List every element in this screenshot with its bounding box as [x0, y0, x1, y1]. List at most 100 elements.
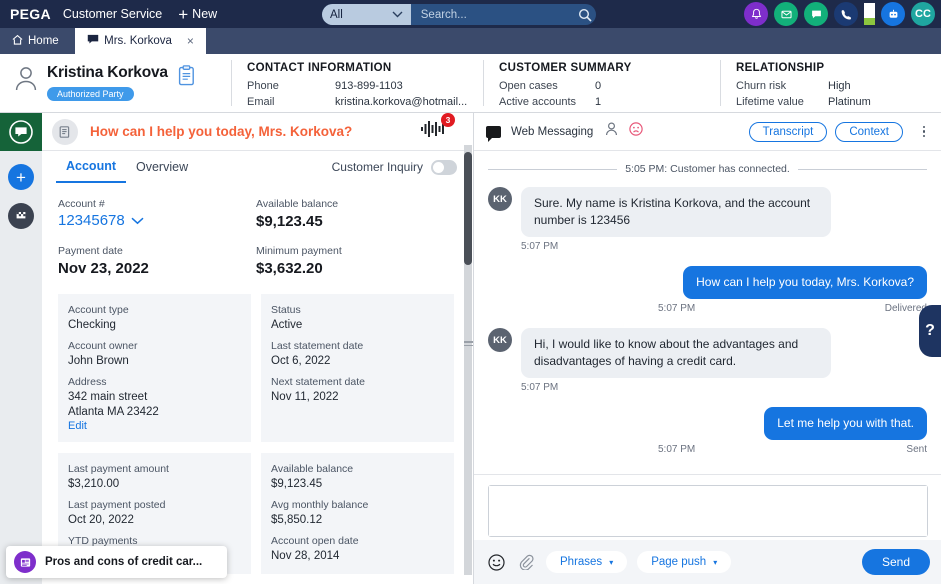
notifications-icon[interactable] [744, 2, 768, 26]
search-scope-select[interactable]: All [322, 4, 411, 25]
customer-summary-title: CUSTOMER SUMMARY [499, 62, 632, 74]
available-balance-value: $9,123.45 [256, 213, 323, 230]
composer-toolbar: Phrases ▾ Page push ▾ Send [474, 540, 941, 584]
minimum-payment-value: $3,632.20 [256, 260, 323, 277]
message-timestamp: 5:07 PM [521, 382, 559, 393]
sentiment-negative-icon [629, 122, 643, 141]
panel-splitter-handle[interactable] [464, 341, 473, 349]
next-statement-date-value: Nov 11, 2022 [271, 391, 339, 403]
active-accounts-label: Active accounts [499, 96, 577, 108]
account-panel: How can I help you today, Mrs. Korkova? … [42, 113, 471, 584]
bot-icon[interactable] [881, 2, 905, 26]
page-push-label: Page push [651, 556, 707, 568]
avatar[interactable]: CC [911, 2, 935, 26]
interaction-title: How can I help you today, Mrs. Korkova? [90, 124, 353, 139]
tab-overview[interactable]: Overview [126, 152, 198, 182]
send-button[interactable]: Send [861, 549, 930, 575]
context-button[interactable]: Context [835, 121, 903, 142]
contact-phone-value: 913-899-1103 [335, 80, 403, 92]
avg-monthly-balance-label: Avg monthly balance [271, 499, 369, 511]
person-icon [14, 66, 38, 97]
transcript-button[interactable]: Transcript [748, 121, 828, 142]
customer-summary-section: CUSTOMER SUMMARY Open cases 0 Active acc… [483, 54, 720, 112]
help-tab[interactable]: ? [919, 305, 941, 357]
avatar: KK [488, 328, 512, 352]
message-input[interactable] [489, 486, 927, 536]
minimum-payment-label: Minimum payment [256, 245, 342, 257]
contact-information-title: CONTACT INFORMATION [247, 62, 392, 74]
open-cases-label: Open cases [499, 80, 558, 92]
last-payment-amount-value: $3,210.00 [68, 478, 120, 490]
rail-add-button[interactable]: + [8, 164, 34, 190]
rail-flag-icon[interactable] [8, 203, 34, 229]
knowledge-suggestion-toast[interactable]: Pros and cons of credit car... [6, 546, 227, 578]
phone-icon[interactable] [834, 2, 858, 26]
contact-phone-label: Phone [247, 80, 279, 92]
active-accounts-value: 1 [595, 96, 602, 108]
voice-waveform-icon[interactable]: 3 [421, 113, 455, 143]
account-owner-label: Account owner [68, 340, 138, 352]
next-statement-date-label: Next statement date [271, 376, 365, 388]
message-status: Sent [906, 444, 927, 455]
address-label: Address [68, 376, 107, 388]
account-details-body: Account # 12345678 Available balance $9,… [58, 197, 454, 584]
account-panel-scrollbar-thumb[interactable] [464, 152, 472, 265]
account-number-link[interactable]: 12345678 [58, 212, 256, 229]
chevron-down-icon: ▾ [609, 557, 614, 567]
document-icon [52, 118, 78, 145]
pega-logo: PEGA [10, 6, 51, 22]
address-line-1: 342 main street [68, 391, 148, 403]
field-account-number: Account # 12345678 [58, 197, 256, 232]
search-icon[interactable] [575, 8, 596, 22]
interaction-header: How can I help you today, Mrs. Korkova? … [42, 113, 471, 151]
contact-row-phone: Phone 913-899-1103 [247, 78, 483, 94]
clipboard-icon[interactable] [178, 65, 195, 91]
chat-message-outgoing: Let me help you with that. [488, 407, 927, 440]
message-meta: 5:07 PM Delivered [488, 303, 927, 314]
tab-home[interactable]: Home [0, 28, 71, 54]
new-button[interactable]: + New [178, 6, 217, 23]
system-note: 5:05 PM: Customer has connected. [488, 163, 927, 175]
tab-account[interactable]: Account [56, 151, 126, 183]
more-options-icon[interactable] [915, 125, 933, 138]
contact-row-email: Email kristina.korkova@hotmail... [247, 94, 483, 110]
churn-risk-value: High [828, 80, 851, 92]
customer-inquiry-toggle[interactable] [431, 159, 457, 175]
message-text: Let me help you with that. [764, 407, 927, 440]
account-open-date-value: Nov 28, 2014 [271, 550, 340, 562]
phrases-dropdown[interactable]: Phrases ▾ [546, 551, 628, 573]
edit-address-link[interactable]: Edit [68, 420, 241, 432]
customer-name: Kristina Korkova [47, 64, 168, 81]
article-icon [14, 551, 36, 573]
chevron-down-icon [392, 10, 403, 20]
open-cases-value: 0 [595, 80, 602, 92]
rail-interaction-icon[interactable] [0, 113, 42, 151]
last-payment-posted-label: Last payment posted [68, 499, 166, 511]
page-push-dropdown[interactable]: Page push ▾ [637, 551, 732, 573]
customer-header: Kristina Korkova Authorized Party CONTAC… [0, 54, 941, 113]
mail-icon[interactable] [774, 2, 798, 26]
search-bar: All [322, 4, 596, 25]
chat-icon[interactable] [804, 2, 828, 26]
last-statement-date-value: Oct 6, 2022 [271, 355, 331, 367]
available-balance-card-value: $9,123.45 [271, 478, 323, 490]
emoji-icon[interactable] [486, 552, 506, 572]
capacity-bar-icon[interactable] [864, 3, 875, 25]
avg-monthly-balance-value: $5,850.12 [271, 514, 323, 526]
customer-inquiry-label: Customer Inquiry [331, 160, 423, 174]
summary-row-active-accounts: Active accounts 1 [499, 94, 720, 110]
attachment-icon[interactable] [516, 552, 536, 572]
tab-mrs-korkova[interactable]: Mrs. Korkova × [75, 28, 206, 54]
account-type-label: Account type [68, 304, 129, 316]
participant-icon[interactable] [605, 122, 618, 141]
message-text: How can I help you today, Mrs. Korkova? [683, 266, 927, 299]
close-icon[interactable]: × [187, 34, 194, 48]
toast-label: Pros and cons of credit car... [45, 556, 203, 568]
search-input[interactable] [410, 8, 575, 21]
address-line-2: Atlanta MA 23422 [68, 406, 159, 418]
message-timestamp: 5:07 PM [658, 303, 696, 314]
customer-identity: Kristina Korkova Authorized Party [0, 54, 231, 112]
chevron-down-icon: ▾ [713, 557, 718, 567]
relationship-title: RELATIONSHIP [736, 62, 825, 74]
last-payment-posted-value: Oct 20, 2022 [68, 514, 134, 526]
